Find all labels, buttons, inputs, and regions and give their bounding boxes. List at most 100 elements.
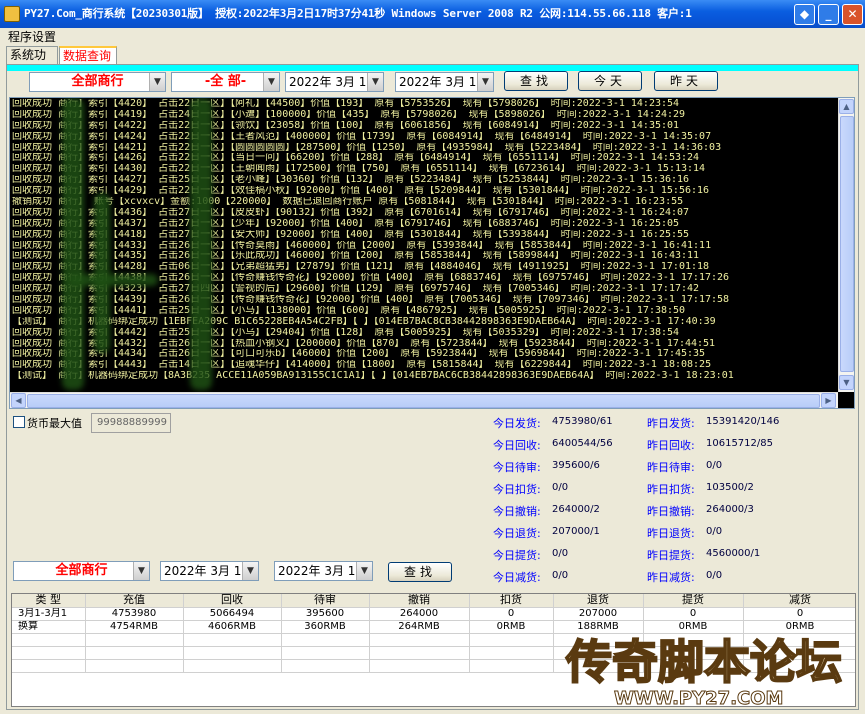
yesterday-stat-value: 0/0 — [706, 570, 723, 581]
table-cell — [85, 659, 184, 673]
table-cell — [469, 659, 554, 673]
today-stat-label: 今日减货: — [493, 571, 541, 584]
log-line: 回收成功 商行】索引【4428】 占击06日一区】【兄弟超猛男】【27879】价… — [12, 262, 710, 273]
table-cell: 0 — [469, 607, 554, 621]
table-cell: 360RMB — [281, 620, 370, 634]
log-line: 回收成功 商行】索引【4435】 占击26日一区】【乐此成功】【46000】价值… — [12, 251, 700, 262]
log-line: 回收成功 商行】索引【4442】 占击25日一区】【小乌】【29404】价值【1… — [12, 327, 680, 338]
close-button[interactable]: ✕ — [842, 4, 863, 25]
currency-max-checkbox[interactable] — [13, 416, 25, 428]
scroll-thumb[interactable] — [840, 116, 854, 372]
search-button[interactable]: 查找 — [504, 71, 568, 91]
scroll-up-icon[interactable]: ▲ — [839, 99, 854, 114]
currency-max-input[interactable]: 99988889999 — [91, 413, 171, 433]
chevron-down-icon[interactable]: ▼ — [356, 562, 372, 580]
table-header-cell[interactable]: 类 型 — [12, 594, 86, 608]
table-header-cell[interactable]: 充值 — [85, 594, 184, 608]
date-from-picker[interactable]: 2022年 3月 1日 ▼ — [285, 72, 384, 92]
table-row[interactable]: 3月1-3月1 4753980 5066494 395600 264000 0 207000… — [12, 607, 855, 621]
table-cell — [12, 646, 86, 660]
today-stat-value: 395600/6 — [552, 460, 600, 471]
scroll-thumb[interactable] — [27, 394, 820, 408]
yesterday-stat-label: 昨日减货: — [647, 571, 695, 584]
log-line: 回收成功 商行】索引【4427】 占击25日一区】【老小峰】【30360】价值【… — [12, 175, 690, 186]
table-header-cell[interactable]: 退货 — [553, 594, 644, 608]
log-line: 回收成功 商行】索引【4420】 占击22日一区】【阿礼】【44500】价值【1… — [12, 99, 680, 109]
table-cell — [183, 646, 282, 660]
scroll-down-icon[interactable]: ▼ — [839, 375, 854, 390]
redaction-mask — [190, 98, 212, 390]
table-cell — [281, 633, 370, 647]
log-line: 回收成功 商行】索引【4430】 占击22日一区】【王朝闻雨】【172500】价… — [12, 164, 706, 175]
table-header-cell[interactable]: 提货 — [643, 594, 744, 608]
table-header-cell[interactable]: 扣货 — [469, 594, 554, 608]
bottom-date-from-picker[interactable]: 2022年 3月 1日 ▼ — [160, 561, 259, 581]
table-cell — [281, 646, 370, 660]
scroll-right-icon[interactable]: ▶ — [821, 393, 836, 408]
watermark-graphic: 传奇脚本论坛 WWW.PY27.COM — [564, 634, 843, 710]
table-cell: 换算 — [12, 620, 86, 634]
log-line: 撤销成功 商行】 账号【xcvxcv】金额:1000【220000】 数据已退回… — [12, 197, 684, 208]
yesterday-stat-value: 0/0 — [706, 460, 723, 471]
today-stat-value: 264000/2 — [552, 504, 600, 515]
log-line: 回收成功 商行】索引【4432】 占击26日一区】【热血小钢叉】【200000】… — [12, 338, 716, 349]
tab-system[interactable]: 系统功能 — [6, 46, 58, 78]
log-panel[interactable]: 回收成功 商行】索引【4420】 占击22日一区】【阿礼】【44500】价值【1… — [9, 97, 855, 409]
chevron-down-icon[interactable]: ▼ — [477, 73, 493, 91]
tab-data-query[interactable]: 数据查询 — [59, 46, 117, 64]
bottom-date-to-value: 2022年 3月 1日 — [278, 564, 368, 578]
bottom-merchant-select[interactable]: 全部商行 ▼ — [13, 561, 150, 581]
redaction-mask — [62, 98, 84, 390]
log-horizontal-scrollbar[interactable]: ◀ ▶ — [10, 392, 838, 408]
log-line: 回收成功 商行】索引【4419】 占击24日一区】【小遭】【100000】价值【… — [12, 109, 686, 120]
chevron-down-icon[interactable]: ▼ — [263, 73, 279, 91]
today-stat-value: 6400544/56 — [552, 438, 613, 449]
watermark-title: 传奇脚本论坛 — [565, 635, 842, 689]
table-cell: 5066494 — [183, 607, 282, 621]
type-select[interactable]: -全 部- ▼ — [171, 72, 280, 92]
log-line: 回收成功 商行】索引【4437】 占击27日一区】【少年】【92000】价值【4… — [12, 218, 680, 229]
redaction-mask — [68, 274, 158, 286]
minimize-button[interactable]: _ — [818, 4, 839, 25]
bottom-date-to-picker[interactable]: 2022年 3月 1日 ▼ — [274, 561, 373, 581]
watermark-logo: 传奇脚本论坛 WWW.PY27.COM — [556, 620, 865, 714]
today-stat-value: 207000/1 — [552, 526, 600, 537]
table-cell — [369, 646, 470, 660]
table-cell — [369, 633, 470, 647]
today-button[interactable]: 今天 — [578, 71, 642, 91]
table-header-cell[interactable]: 减货 — [743, 594, 855, 608]
yesterday-button[interactable]: 昨天 — [654, 71, 718, 91]
help-icon[interactable]: ◆ — [794, 4, 815, 25]
table-cell: 0 — [643, 607, 744, 621]
yesterday-stat-label: 昨日退货: — [647, 527, 695, 540]
chevron-down-icon[interactable]: ▼ — [133, 562, 149, 580]
merchant-select[interactable]: 全部商行 ▼ — [29, 72, 166, 92]
table-header-cell[interactable]: 撤销 — [369, 594, 470, 608]
log-line: 回收成功 商行】索引【4439】 占击26日一区】【传奇赚钱传奇花】【92000… — [12, 295, 730, 306]
chevron-down-icon[interactable]: ▼ — [149, 73, 165, 91]
table-header-cell[interactable]: 回收 — [183, 594, 282, 608]
menu-item-settings[interactable]: 程序设置 — [8, 30, 56, 44]
chevron-down-icon[interactable]: ▼ — [367, 73, 383, 91]
table-header-cell[interactable]: 待审 — [281, 594, 370, 608]
table-cell — [12, 633, 86, 647]
menu-bar: 程序设置 — [0, 28, 865, 46]
log-vertical-scrollbar[interactable]: ▲ ▼ — [838, 98, 854, 392]
date-to-picker[interactable]: 2022年 3月 1日 ▼ — [395, 72, 494, 92]
today-stat-label: 今日提货: — [493, 549, 541, 562]
table-cell: 4606RMB — [183, 620, 282, 634]
table-cell: 264000 — [369, 607, 470, 621]
chevron-down-icon[interactable]: ▼ — [242, 562, 258, 580]
log-line: 【测试】 商行】机器码绑定成功【1EBFEA209C B1C65228EB4A5… — [12, 316, 716, 327]
bottom-search-button[interactable]: 查找 — [388, 562, 452, 582]
date-from-value: 2022年 3月 1日 — [289, 75, 379, 89]
log-line: 回收成功 商行】索引【4433】 占击26日一区】【传奇莫雨】【460000】价… — [12, 240, 712, 251]
window-title: PY27.Com_商行系统【20230301版】 授权:2022年3月2日17时… — [24, 7, 692, 20]
table-cell — [12, 659, 86, 673]
scroll-left-icon[interactable]: ◀ — [11, 393, 26, 408]
table-cell — [281, 659, 370, 673]
table-cell: 0RMB — [469, 620, 554, 634]
yesterday-stat-label: 昨日扣货: — [647, 483, 695, 496]
today-stat-label: 今日发货: — [493, 417, 541, 430]
yesterday-stat-value: 0/0 — [706, 526, 723, 537]
